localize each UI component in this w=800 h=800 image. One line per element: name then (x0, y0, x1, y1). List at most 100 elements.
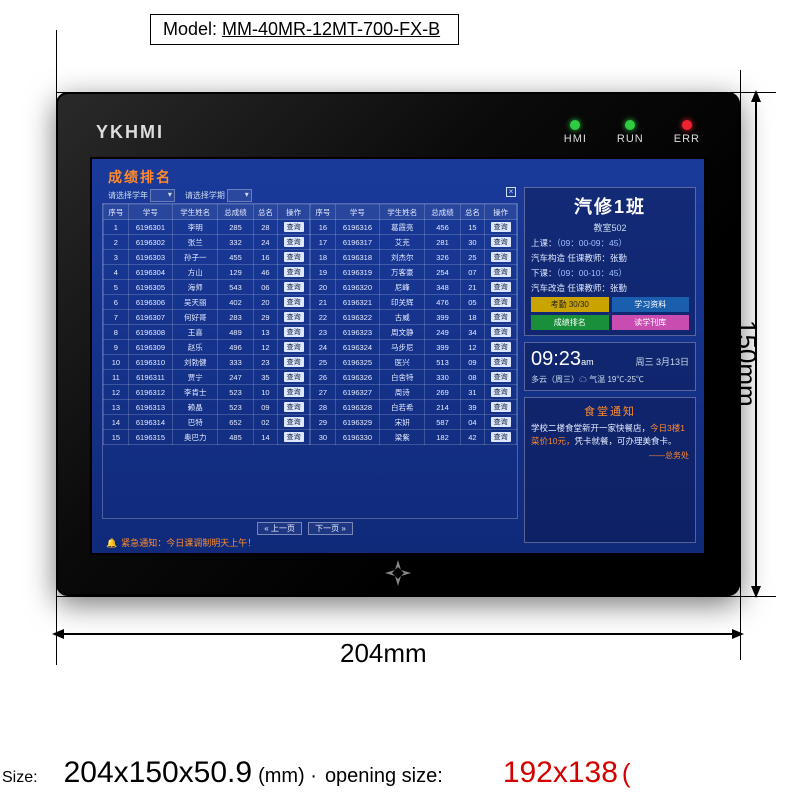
query-button[interactable]: 查询 (491, 387, 511, 397)
query-button[interactable]: 查询 (284, 432, 304, 442)
query-button[interactable]: 查询 (284, 372, 304, 382)
query-button[interactable]: 查询 (491, 267, 511, 277)
nav-diamond-button[interactable] (383, 558, 413, 588)
query-button[interactable]: 查询 (491, 252, 511, 262)
table-cell[interactable]: 查询 (278, 280, 310, 295)
table-header: 总名 (253, 205, 278, 220)
table-cell: 14 (104, 415, 129, 430)
query-button[interactable]: 查询 (491, 432, 511, 442)
table-cell[interactable]: 查询 (485, 235, 517, 250)
query-button[interactable]: 查询 (284, 297, 304, 307)
term-select[interactable] (227, 189, 252, 202)
table-cell[interactable]: 查询 (485, 265, 517, 280)
table-cell[interactable]: 查询 (485, 430, 517, 445)
query-button[interactable]: 查询 (284, 342, 304, 352)
table-cell: 20 (253, 295, 278, 310)
chip-attendance[interactable]: 考勤 30/30 (531, 297, 609, 312)
query-button[interactable]: 查询 (491, 417, 511, 427)
chip-resources[interactable]: 学习资料 (612, 297, 690, 312)
table-cell[interactable]: 查询 (485, 220, 517, 235)
table-cell: 07 (460, 265, 485, 280)
query-button[interactable]: 查询 (491, 402, 511, 412)
table-cell: 4 (104, 265, 129, 280)
table-row: 276196327周诗26931查询 (311, 385, 517, 400)
table-cell[interactable]: 查询 (485, 370, 517, 385)
query-button[interactable]: 查询 (284, 357, 304, 367)
table-cell[interactable]: 查询 (278, 310, 310, 325)
year-select[interactable] (150, 189, 175, 202)
query-button[interactable]: 查询 (491, 357, 511, 367)
table-cell: 16 (253, 250, 278, 265)
table-cell: 42 (460, 430, 485, 445)
table-cell[interactable]: 查询 (278, 265, 310, 280)
table-cell[interactable]: 查询 (485, 250, 517, 265)
table-cell[interactable]: 查询 (278, 295, 310, 310)
class-panel: 汽修1班 教室502 上课：（09：00-09：45） 汽车构造 任课教师：张勤… (524, 187, 696, 336)
table-cell[interactable]: 查询 (278, 400, 310, 415)
arrow-right-icon (732, 629, 744, 639)
table-cell: 巴特 (173, 415, 218, 430)
chip-library[interactable]: 读学刊库 (612, 315, 690, 330)
query-button[interactable]: 查询 (491, 297, 511, 307)
table-cell: 15 (104, 430, 129, 445)
table-cell: 326 (425, 250, 460, 265)
query-button[interactable]: 查询 (284, 327, 304, 337)
table-cell: 10 (253, 385, 278, 400)
table-cell[interactable]: 查询 (485, 340, 517, 355)
size-unit: (mm) · (258, 765, 317, 788)
table-cell[interactable]: 查询 (278, 415, 310, 430)
query-button[interactable]: 查询 (491, 222, 511, 232)
table-cell[interactable]: 查询 (485, 295, 517, 310)
table-cell[interactable]: 查询 (278, 325, 310, 340)
table-cell: 455 (218, 250, 253, 265)
table-cell[interactable]: 查询 (485, 355, 517, 370)
hmi-screen[interactable]: 成绩排名 请选择学年 请选择学期 × 序号学号学生姓名总成绩总名操作 16196… (90, 157, 706, 555)
table-cell[interactable]: 查询 (278, 250, 310, 265)
query-button[interactable]: 查询 (284, 222, 304, 232)
clock-panel: 09:23am 周三 3月13日 多云（周三）☁ 气温 19℃-25℃ (524, 342, 696, 391)
query-button[interactable]: 查询 (491, 372, 511, 382)
schedule-row: 下课：（09：00-10：45） (531, 267, 689, 279)
query-button[interactable]: 查询 (491, 237, 511, 247)
table-cell[interactable]: 查询 (485, 310, 517, 325)
close-icon[interactable]: × (506, 187, 516, 197)
table-cell[interactable]: 查询 (278, 340, 310, 355)
table-cell: 18 (460, 310, 485, 325)
query-button[interactable]: 查询 (284, 282, 304, 292)
table-cell[interactable]: 查询 (278, 430, 310, 445)
table-cell: 王喜 (173, 325, 218, 340)
query-button[interactable]: 查询 (284, 252, 304, 262)
chip-ranking[interactable]: 成绩排名 (531, 315, 609, 330)
table-cell: 6196318 (335, 250, 379, 265)
table-cell[interactable]: 查询 (278, 355, 310, 370)
table-cell: 12 (460, 340, 485, 355)
table-cell: 6196325 (335, 355, 379, 370)
query-button[interactable]: 查询 (284, 237, 304, 247)
query-button[interactable]: 查询 (491, 342, 511, 352)
prev-page-button[interactable]: « 上一页 (257, 522, 302, 535)
table-cell[interactable]: 查询 (278, 385, 310, 400)
table-cell[interactable]: 查询 (278, 220, 310, 235)
opening-paren: ( (622, 758, 631, 789)
query-button[interactable]: 查询 (284, 387, 304, 397)
query-button[interactable]: 查询 (491, 327, 511, 337)
table-cell[interactable]: 查询 (485, 280, 517, 295)
pager: « 上一页 下一页 » (92, 522, 518, 535)
next-page-button[interactable]: 下一页 » (308, 522, 353, 535)
table-cell[interactable]: 查询 (485, 325, 517, 340)
query-button[interactable]: 查询 (284, 267, 304, 277)
table-cell: 6196314 (128, 415, 172, 430)
table-row: 36196303孙子一45516查询 (104, 250, 310, 265)
table-cell[interactable]: 查询 (485, 415, 517, 430)
query-button[interactable]: 查询 (491, 312, 511, 322)
table-cell[interactable]: 查询 (485, 385, 517, 400)
query-button[interactable]: 查询 (284, 417, 304, 427)
table-cell[interactable]: 查询 (278, 235, 310, 250)
table-cell[interactable]: 查询 (485, 400, 517, 415)
query-button[interactable]: 查询 (491, 282, 511, 292)
query-button[interactable]: 查询 (284, 402, 304, 412)
led-label: RUN (617, 133, 644, 145)
table-cell: 马步尼 (380, 340, 425, 355)
table-cell[interactable]: 查询 (278, 370, 310, 385)
query-button[interactable]: 查询 (284, 312, 304, 322)
